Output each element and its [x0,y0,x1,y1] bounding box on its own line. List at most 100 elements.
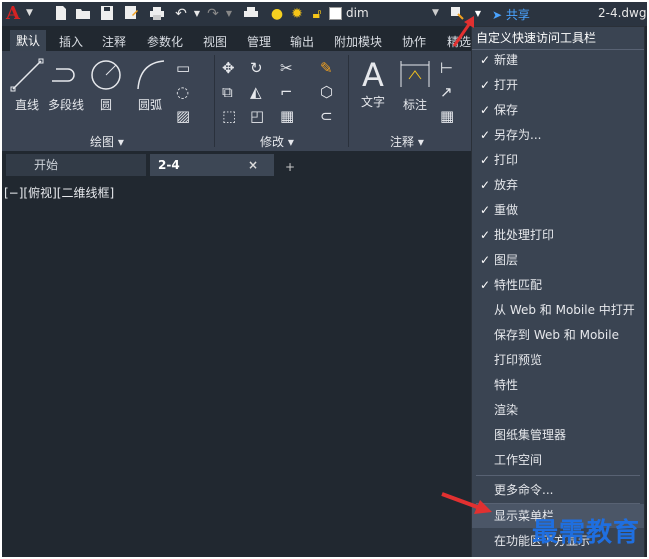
new-icon[interactable] [52,5,70,23]
app-menu-arrow-icon[interactable]: ▼ [26,8,33,18]
menu-item-layer[interactable]: ✓ 图层 [472,248,644,272]
tab-view[interactable]: 视图 [203,33,227,50]
mirror-icon[interactable]: ◭ [250,83,262,101]
customize-quick-access-menu: 自定义快速访问工具栏 ✓ 新建 ✓ 打开 ✓ 保存 ✓ 另存为... ✓ 打印 ✓ 放弃 ✓… [471,26,645,557]
check-icon: ✓ [480,78,491,92]
tab-document-label: 2-4 [158,158,180,172]
new-tab-button[interactable]: + [285,160,295,174]
menu-item-label: 保存 [494,103,519,117]
move-icon[interactable]: ✥ [222,59,235,77]
line-tool[interactable]: 直线 [8,57,46,113]
rotate-icon[interactable]: ↻ [250,59,263,77]
sun-icon[interactable]: ✹ [288,5,306,23]
tab-insert[interactable]: 插入 [59,33,83,50]
drawing-canvas[interactable] [2,178,472,557]
menu-item-workspace[interactable]: 工作空间 [472,448,644,472]
scale-icon[interactable]: ◰ [250,107,264,125]
modify-panel-title[interactable]: 修改 ▾ [260,133,294,150]
tab-annotate[interactable]: 注释 [102,33,126,50]
menu-item-new[interactable]: ✓ 新建 [472,48,644,72]
menu-item-open[interactable]: ✓ 打开 [472,73,644,97]
tab-manage[interactable]: 管理 [247,33,271,50]
menu-item-print[interactable]: ✓ 打印 [472,148,644,172]
menu-item-match-properties[interactable]: ✓ 特性匹配 [472,273,644,297]
rectangle-icon[interactable]: ▭ [176,59,190,77]
menu-divider [476,475,640,476]
draw-panel-title[interactable]: 绘图 ▾ [90,133,124,150]
save-icon[interactable] [98,5,116,23]
menu-item-print-preview[interactable]: 打印预览 [472,348,644,372]
linear-dim-icon[interactable]: ⊢ [440,59,453,77]
bulb-icon[interactable]: ● [268,5,286,23]
tab-start[interactable]: 开始 [6,154,146,176]
workspace-name[interactable]: dim [346,6,369,20]
plot-icon[interactable] [242,5,260,23]
lock-icon[interactable]: 🔓︎ [308,5,326,23]
explode-icon[interactable]: ⬡ [320,83,333,101]
table-icon[interactable]: ▦ [440,107,454,125]
copy-icon[interactable]: ⧉ [222,83,233,101]
array-icon[interactable]: ▦ [280,107,294,125]
polyline-tool[interactable]: 多段线 [46,57,86,113]
menu-item-open-web-mobile[interactable]: 从 Web 和 Mobile 中打开 [472,298,644,322]
menu-item-more-commands[interactable]: 更多命令... [472,478,644,502]
trim-icon[interactable]: ✂ [280,59,293,77]
menu-item-label: 新建 [494,53,519,67]
workspace-color-swatch[interactable] [329,7,342,20]
check-icon: ✓ [480,178,491,192]
annotation-panel-title[interactable]: 注释 ▾ [390,133,424,150]
arc-tool[interactable]: 圆弧 [130,57,170,113]
menu-item-saveas[interactable]: ✓ 另存为... [472,123,644,147]
fillet-icon[interactable]: ⌐ [280,83,293,101]
share-button[interactable]: ➤ 共享 [492,6,530,23]
tab-parametric[interactable]: 参数化 [147,33,183,50]
polyline-icon [52,68,75,82]
leader-icon[interactable]: ↗ [440,83,453,101]
dimension-tool[interactable]: 标注 [396,57,434,113]
saveas-icon[interactable] [122,5,140,23]
menu-item-save-web-mobile[interactable]: 保存到 Web 和 Mobile [472,323,644,347]
erase-icon[interactable]: ✎ [320,59,333,77]
menu-item-undo[interactable]: ✓ 放弃 [472,173,644,197]
redo-dropdown-icon[interactable]: ▼ [224,5,234,23]
open-icon[interactable] [74,5,92,23]
file-tab-bar: 开始 2-4 × + [2,152,472,178]
dimension-icon [400,61,430,87]
hatch-icon[interactable]: ◌ [176,83,189,101]
close-tab-icon[interactable]: × [248,154,258,176]
undo-dropdown-icon[interactable]: ▼ [192,5,202,23]
circle-icon [91,60,121,90]
redo-icon[interactable]: ↷ [204,5,222,23]
menu-item-render[interactable]: 渲染 [472,398,644,422]
circle-tool[interactable]: 圆 [88,57,124,113]
menu-item-sheet-set-manager[interactable]: 图纸集管理器 [472,423,644,447]
menu-item-properties[interactable]: 特性 [472,373,644,397]
tab-collaborate[interactable]: 协作 [402,33,426,50]
line-tool-label: 直线 [14,98,39,112]
line-icon [10,58,44,92]
ribbon-panel: 直线 多段线 圆 圆弧 ▭ ◌ ▨ 绘图 ▾ ✥ ↻ ✂ ⧉ ◭ ⌐ ⬚ ◰ ▦… [2,51,472,151]
undo-icon[interactable]: ↶ [172,5,190,23]
viewport-controls[interactable]: [−][俯视][二维线框] [4,184,114,201]
app-logo[interactable]: A [6,3,20,24]
stretch-icon[interactable]: ⬚ [222,107,236,125]
check-icon: ✓ [480,278,491,292]
tab-addins[interactable]: 附加模块 [334,33,382,50]
check-icon: ✓ [480,203,491,217]
text-icon: A [362,56,384,94]
tab-document[interactable]: 2-4 × [150,154,274,176]
menu-item-label: 从 Web 和 Mobile 中打开 [494,303,635,317]
document-filename: 2-4.dwg [598,6,647,20]
offset-icon[interactable]: ⊂ [320,107,333,125]
workspace-dropdown-icon[interactable]: ▼ [432,8,439,18]
gradient-icon[interactable]: ▨ [176,107,190,125]
menu-item-batch-plot[interactable]: ✓ 批处理打印 [472,223,644,247]
tab-output[interactable]: 输出 [290,33,314,50]
check-icon: ✓ [480,53,491,67]
menu-item-redo[interactable]: ✓ 重做 [472,198,644,222]
red-arrow-icon [441,492,492,514]
tab-default[interactable]: 默认 [10,30,47,51]
print-icon[interactable] [148,5,166,23]
text-tool[interactable]: A 文字 [354,57,392,110]
menu-item-save[interactable]: ✓ 保存 [472,98,644,122]
